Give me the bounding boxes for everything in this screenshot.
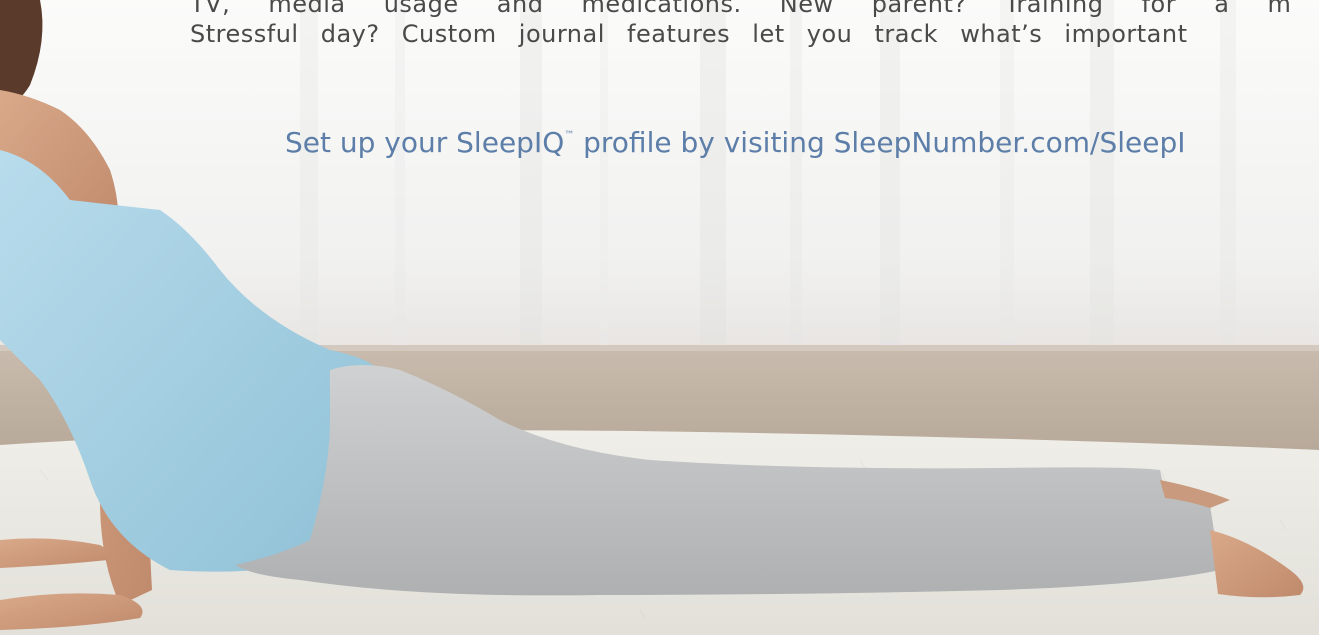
yoga-photo xyxy=(0,0,1319,635)
